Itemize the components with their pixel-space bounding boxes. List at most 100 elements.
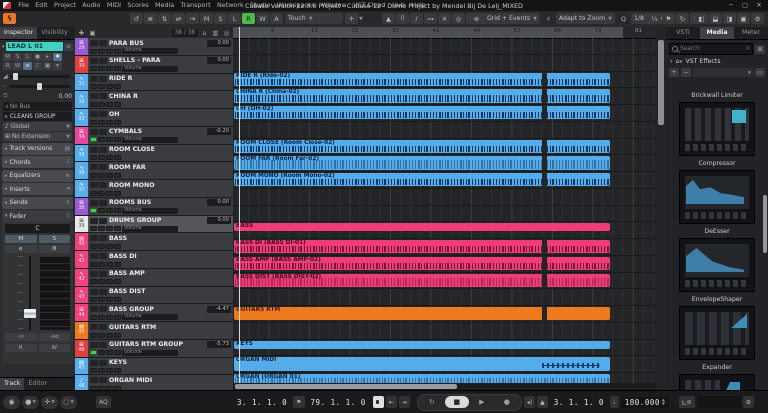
extension-select[interactable]: ⊞No Extension▼ (3, 132, 72, 141)
lane-room-mono[interactable]: ROOM MONO (Room Mono-02) (233, 172, 656, 189)
edit-channel-button[interactable] (98, 244, 105, 249)
track-row-para-bus[interactable]: ⊞29PARA BUS0.00Volume (75, 38, 233, 56)
automation-write-button[interactable] (114, 297, 121, 302)
track-solo-button[interactable] (99, 164, 107, 170)
lane-organ-midi[interactable]: ORGAN MIDI (233, 356, 656, 373)
plugin-item-compressor[interactable]: Compressor (666, 160, 768, 224)
menu-file[interactable]: File (15, 0, 32, 11)
automation-read-button[interactable] (106, 279, 113, 284)
track-volume-value[interactable]: -0.20 (207, 128, 231, 135)
menu-media[interactable]: Media (152, 0, 178, 11)
right-locator-display[interactable]: 79. 1. 1. 0 (311, 398, 366, 407)
track-mute-button[interactable] (90, 200, 98, 206)
read-automation[interactable]: R (242, 13, 255, 24)
track-color-tab[interactable]: ⊞30 (75, 56, 88, 73)
automation-read-button[interactable] (106, 368, 113, 373)
automation-write-button[interactable] (114, 368, 121, 373)
track-mute-button[interactable] (90, 76, 98, 82)
track-row-keys[interactable]: ▤47KEYS (75, 358, 233, 376)
event-keys[interactable]: KEYS (234, 341, 610, 349)
constrain-delay-icon[interactable]: ⇅ (158, 13, 171, 24)
meter-peak-value[interactable]: -oo (39, 333, 71, 341)
edit-channel-button[interactable] (98, 368, 105, 373)
output-routing[interactable]: ▹CLEANS GROUP (3, 112, 72, 121)
menu-midi[interactable]: MIDI (104, 0, 125, 11)
lock-icon[interactable] (373, 396, 384, 408)
section-sends[interactable]: ▸Sends⇪ (2, 197, 73, 209)
lane-drums-group[interactable] (233, 206, 656, 223)
snap-icon[interactable]: ⊗ (470, 13, 483, 24)
monitor-button[interactable] (90, 279, 97, 284)
monitor-button[interactable] (90, 226, 97, 231)
edit-channel-button[interactable] (98, 120, 105, 125)
listen-button[interactable]: L (23, 53, 32, 61)
punch-out-icon[interactable]: ⇥ (399, 396, 410, 408)
track-color-tab[interactable]: ▤47 (75, 358, 88, 375)
volume-parameter-label[interactable]: Volume (122, 314, 178, 320)
write-automation[interactable]: W (256, 13, 269, 24)
automation-write-button[interactable] (114, 208, 121, 213)
track-row-guitars-rtm[interactable]: ▤45GUITARS RTM (75, 322, 233, 340)
automation-read-button[interactable] (106, 226, 113, 231)
project-cursor[interactable] (239, 27, 240, 383)
track-solo-button[interactable] (99, 40, 107, 46)
tab-visibility[interactable]: Visibility (37, 27, 71, 39)
reset-quantize-icon[interactable]: ↻ (676, 13, 689, 24)
list-view-icon[interactable]: ≣ (755, 45, 765, 54)
minimize-button[interactable]: ─ (724, 0, 738, 11)
track-mute-button[interactable] (90, 342, 98, 348)
track-solo-button[interactable] (99, 306, 107, 312)
track-volume-value[interactable]: -4.47 (207, 306, 231, 313)
write-button[interactable]: W (13, 62, 22, 70)
automation-read-button[interactable] (106, 244, 113, 249)
plugin-thumbnail[interactable] (679, 306, 755, 360)
metronome-icon[interactable]: ▲ (537, 396, 548, 408)
track-row-room-close[interactable]: ∿35ROOM CLOSE (75, 145, 233, 163)
iterative-quantize-icon[interactable]: ¼ (648, 13, 661, 24)
track-solo-button[interactable] (99, 218, 107, 224)
track-mute-button[interactable] (90, 129, 98, 135)
volume-slider[interactable] (10, 75, 70, 78)
input-routing[interactable]: ◃No Bus (3, 102, 72, 111)
fader-level-value[interactable]: -∞ (5, 333, 37, 341)
track-row-room-mono[interactable]: ∿37ROOM MONO (75, 180, 233, 198)
lane-guitars-rtm[interactable]: GUITARS RTM (233, 306, 656, 323)
track-volume-value[interactable]: 0.00 (207, 217, 231, 224)
edit-channel-button[interactable] (98, 102, 105, 107)
auto-punch-button[interactable]: ✛ (345, 13, 358, 24)
lane-para-bus[interactable] (233, 38, 656, 55)
automation-write-button[interactable] (114, 226, 121, 231)
tab-track[interactable]: Track (0, 378, 24, 390)
automation-read-button[interactable] (106, 84, 113, 89)
automation-read-button[interactable] (106, 297, 113, 302)
audio-warp-icon[interactable]: ⚑ (662, 13, 675, 24)
track-row-china-r[interactable]: ∿32CHINA R (75, 91, 233, 109)
section-inserts[interactable]: ▸Inserts⇥ (2, 183, 73, 195)
track-mute-button[interactable] (90, 93, 98, 99)
track-mute-button[interactable] (90, 289, 98, 295)
track-row-shells---para[interactable]: ⊞30SHELLS - PARA0.00Volume (75, 56, 233, 74)
automation-write-button[interactable] (114, 315, 121, 320)
fader-functions-button[interactable]: ⚙ (39, 245, 71, 253)
plugin-item-deesser[interactable]: DeEsser (666, 228, 768, 292)
track-color-tab[interactable]: ∿35 (75, 145, 88, 162)
lane-bass[interactable]: BASS (233, 222, 656, 239)
mute-state[interactable]: M (200, 13, 213, 24)
monitor-button[interactable] (90, 49, 97, 54)
automation-write-button[interactable] (114, 262, 121, 267)
track-solo-button[interactable] (99, 289, 107, 295)
track-row-oh[interactable]: ∿33OH (75, 109, 233, 127)
folder-filter-icon[interactable]: ▭ (755, 68, 765, 77)
track-color-tab[interactable]: ∿43 (75, 287, 88, 304)
track-solo-button[interactable] (99, 76, 107, 82)
edit-channel-button[interactable] (98, 191, 105, 196)
setup-transport-icon[interactable]: ⚙ (743, 396, 754, 408)
monitor-button[interactable]: ▸ (43, 53, 52, 61)
track-mute-button[interactable] (90, 147, 98, 153)
monitor-button[interactable] (90, 120, 97, 125)
volume-parameter-label[interactable]: Volume (122, 48, 178, 54)
object-select-tool[interactable]: ▲ (382, 13, 395, 24)
monitor-button[interactable] (90, 155, 97, 160)
automation-read-button[interactable] (106, 191, 113, 196)
back-icon[interactable]: ‹ (670, 58, 672, 65)
